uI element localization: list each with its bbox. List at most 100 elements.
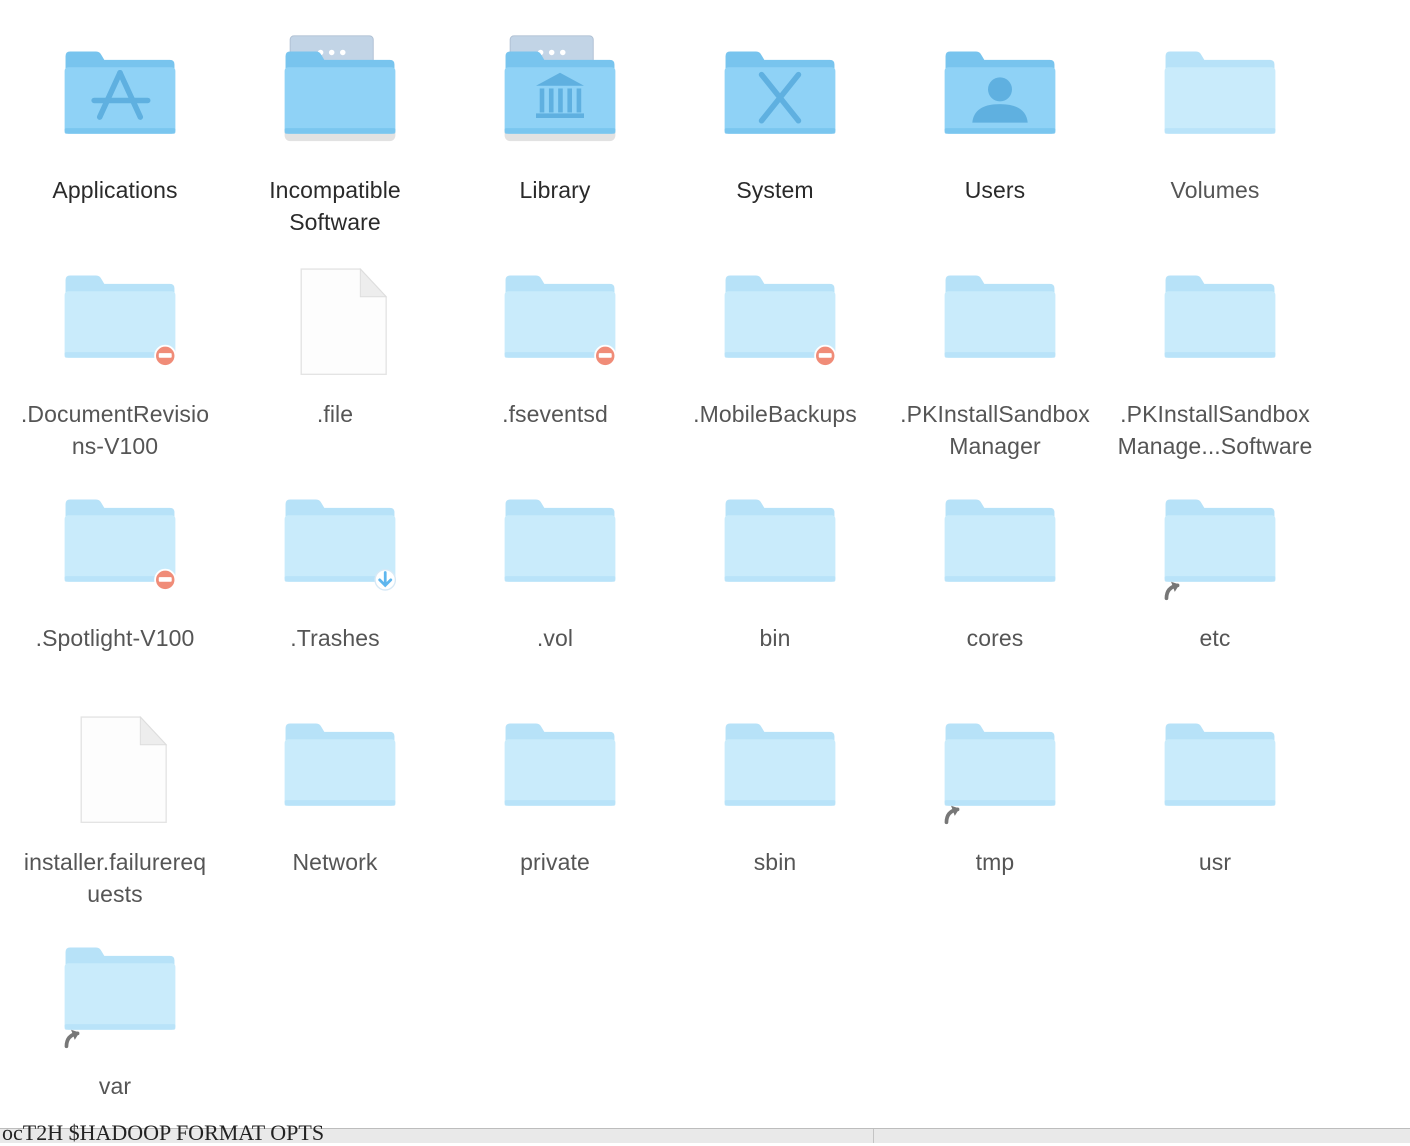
item-label: Incompatible Software	[225, 174, 445, 238]
folder-item[interactable]: sbin	[665, 692, 885, 912]
item-label-line-1: installer.failurereq	[23, 849, 207, 875]
folder-item[interactable]: .Trashes	[225, 468, 445, 688]
folder-icon	[944, 499, 1056, 582]
folder-item[interactable]: .DocumentRevisio ns-V100	[5, 244, 225, 464]
folder-library-icon	[504, 35, 616, 142]
folder-icon	[504, 723, 616, 806]
item-label: Library	[445, 174, 665, 206]
folder-item[interactable]: bin	[665, 468, 885, 688]
item-label: .file	[225, 398, 445, 430]
item-label: .PKInstallSandbox Manager	[885, 398, 1105, 462]
item-label-line-1: Volumes	[1170, 177, 1260, 203]
item-label: .Trashes	[225, 622, 445, 654]
item-label-line-1: Incompatible	[269, 177, 401, 203]
folder-icon	[445, 244, 665, 384]
document-icon	[225, 244, 445, 384]
folder-item[interactable]: Library	[445, 20, 665, 240]
folder-icon	[64, 499, 177, 591]
file-item[interactable]: installer.failurereq uests	[5, 692, 225, 912]
folder-item[interactable]: .MobileBackups	[665, 244, 885, 464]
folder-alias-icon	[885, 692, 1105, 832]
folder-item[interactable]: var	[5, 916, 225, 1136]
item-label-line-2: uests	[87, 881, 143, 907]
folder-icon	[665, 468, 885, 608]
folder-item[interactable]: Volumes	[1105, 20, 1325, 240]
item-label-line-1: cores	[966, 625, 1024, 651]
folder-item[interactable]: .PKInstallSandbox Manage...Software	[1105, 244, 1325, 464]
item-label-line-1: System	[736, 177, 814, 203]
file-item[interactable]: .file	[225, 244, 445, 464]
folder-users-icon	[885, 20, 1105, 160]
terminal-text-fragment: ocT2H $HADOOP FORMAT OPTS	[2, 1120, 325, 1145]
item-label-line-1: .DocumentRevisio	[20, 401, 210, 427]
item-label: usr	[1105, 846, 1325, 878]
folder-icon	[225, 468, 445, 608]
item-label-line-1: private	[520, 849, 590, 875]
item-label: var	[5, 1070, 225, 1102]
folder-item[interactable]: Applications	[5, 20, 225, 240]
folder-icon	[445, 468, 665, 608]
item-label-line-1: .MobileBackups	[693, 401, 857, 427]
folder-icon	[1164, 723, 1276, 806]
item-label-line-1: Applications	[52, 177, 178, 203]
folder-system-icon	[724, 51, 836, 134]
item-label-line-1: Users	[964, 177, 1026, 203]
folder-item[interactable]: Network	[225, 692, 445, 912]
folder-alias-icon	[1105, 468, 1325, 608]
item-label-line-1: Network	[292, 849, 378, 875]
folder-icon	[5, 468, 225, 608]
folder-item[interactable]: cores	[885, 468, 1105, 688]
folder-item[interactable]: .fseventsd	[445, 244, 665, 464]
folder-volumes-icon	[1105, 20, 1325, 160]
folder-icon	[1105, 244, 1325, 384]
folder-item[interactable]: Incompatible Software	[225, 20, 445, 240]
item-label-line-1: .Trashes	[290, 625, 380, 651]
item-label-line-1: tmp	[975, 849, 1015, 875]
folder-icon	[665, 244, 885, 384]
item-label-line-1: Library	[519, 177, 591, 203]
item-label-line-1: .PKInstallSandbox	[1120, 401, 1310, 427]
item-label: .PKInstallSandbox Manage...Software	[1105, 398, 1325, 462]
item-label-line-1: .PKInstallSandbox	[900, 401, 1090, 427]
item-label: .vol	[445, 622, 665, 654]
item-label-line-1: sbin	[753, 849, 797, 875]
item-label-line-1: usr	[1198, 849, 1232, 875]
folder-item[interactable]: .PKInstallSandbox Manager	[885, 244, 1105, 464]
folder-alias-icon	[64, 947, 176, 1049]
folder-incompatible-software-icon	[284, 35, 396, 142]
item-label: Users	[885, 174, 1105, 206]
folder-icon	[1164, 275, 1276, 358]
item-label-line-2: Manage...Software	[1117, 433, 1313, 459]
folder-icon	[724, 275, 837, 367]
folder-item[interactable]: tmp	[885, 692, 1105, 912]
folder-icon	[1105, 692, 1325, 832]
document-icon	[5, 692, 225, 832]
item-label-line-1: .fseventsd	[502, 401, 608, 427]
item-label: private	[445, 846, 665, 878]
folder-icon	[504, 275, 617, 367]
folder-icon	[944, 275, 1056, 358]
item-label: installer.failurereq uests	[5, 846, 225, 910]
item-label: Applications	[5, 174, 225, 206]
item-label-line-1: .file	[316, 401, 354, 427]
folder-applications-icon	[5, 20, 225, 160]
folder-item[interactable]: private	[445, 692, 665, 912]
folder-icon	[5, 244, 225, 384]
folder-item[interactable]: usr	[1105, 692, 1325, 912]
item-label: cores	[885, 622, 1105, 654]
folder-alias-icon	[5, 916, 225, 1056]
item-label-line-2: Manager	[949, 433, 1041, 459]
folder-item[interactable]: .Spotlight-V100	[5, 468, 225, 688]
folder-item[interactable]: .vol	[445, 468, 665, 688]
folder-icon	[885, 244, 1105, 384]
folder-icon	[665, 692, 885, 832]
folder-icon	[284, 723, 396, 806]
item-label: Network	[225, 846, 445, 878]
folder-icon	[225, 692, 445, 832]
folder-item[interactable]: System	[665, 20, 885, 240]
terminal-window-edge: ocT2H $HADOOP FORMAT OPTS	[0, 1120, 1410, 1145]
folder-item[interactable]: Users	[885, 20, 1105, 240]
folder-item[interactable]: etc	[1105, 468, 1325, 688]
item-label-line-1: var	[98, 1073, 132, 1099]
folder-users-icon	[944, 51, 1056, 134]
